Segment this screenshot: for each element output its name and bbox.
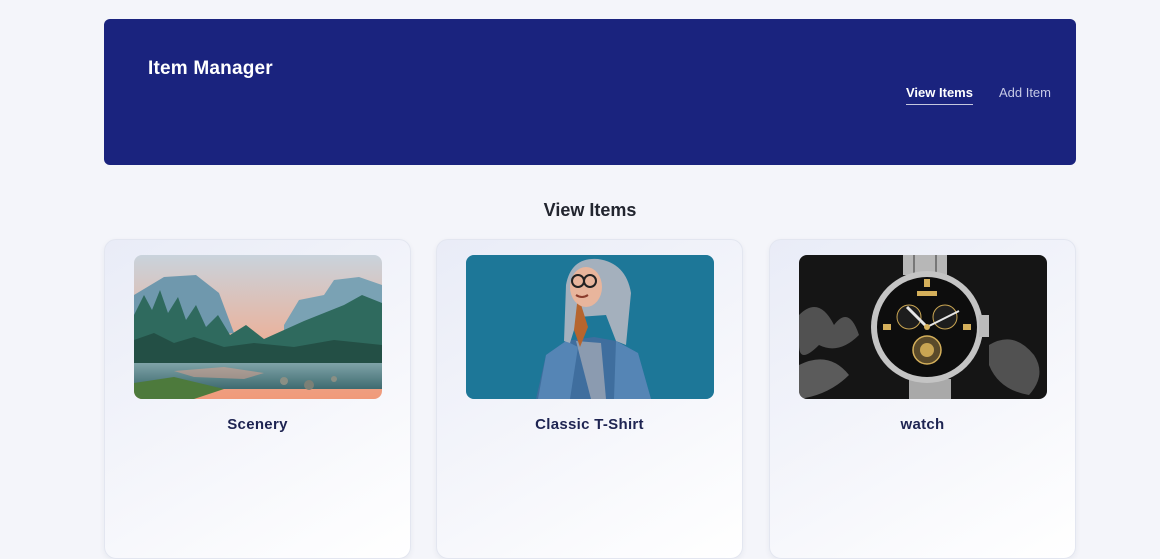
item-card[interactable]: Classic T-Shirt <box>436 239 743 559</box>
item-card[interactable]: watch <box>769 239 1076 559</box>
item-image <box>799 255 1047 399</box>
item-card[interactable]: Scenery <box>104 239 411 559</box>
tshirt-image <box>466 255 714 399</box>
app-header: Item Manager View Items Add Item <box>104 19 1076 165</box>
nav-add-item[interactable]: Add Item <box>999 85 1051 105</box>
item-name: Classic T-Shirt <box>535 416 644 433</box>
nav-view-items[interactable]: View Items <box>906 85 973 105</box>
watch-image <box>799 255 1047 399</box>
page-title: View Items <box>543 200 637 220</box>
scenery-image <box>134 255 382 399</box>
item-name: watch <box>900 416 945 433</box>
item-image <box>466 255 714 399</box>
item-name: Scenery <box>227 416 288 433</box>
item-image <box>134 255 382 399</box>
main-nav: View Items Add Item <box>906 85 1051 105</box>
app-title: Item Manager <box>148 58 273 79</box>
